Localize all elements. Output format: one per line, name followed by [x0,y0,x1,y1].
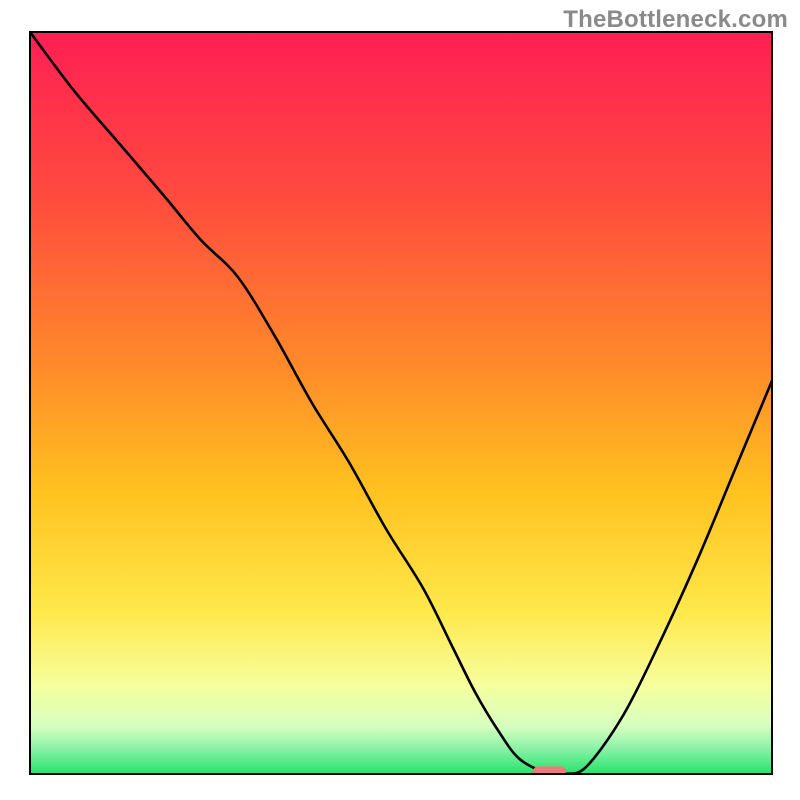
optimal-marker [533,766,566,777]
watermark-text: TheBottleneck.com [563,6,788,34]
bottleneck-chart [0,0,800,800]
gradient-background [30,32,772,774]
plot-area [30,32,772,778]
